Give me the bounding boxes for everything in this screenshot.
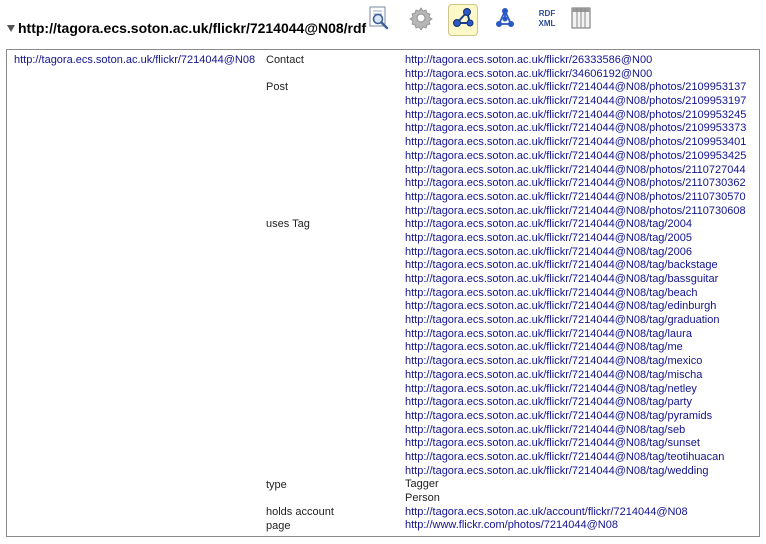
inspect-page-button[interactable] (364, 4, 394, 36)
header-bar: http://tagora.ecs.soton.ac.uk/flickr/721… (0, 0, 766, 48)
settings-button[interactable] (406, 4, 436, 36)
resource-link[interactable]: http://www.flickr.com/photos/7214044@N08 (405, 519, 746, 533)
resource-link[interactable]: http://tagora.ecs.soton.ac.uk/flickr/721… (405, 150, 746, 164)
resource-link[interactable]: http://tagora.ecs.soton.ac.uk/flickr/721… (405, 369, 746, 383)
resource-link[interactable]: http://tagora.ecs.soton.ac.uk/flickr/721… (405, 287, 746, 301)
literal-value: Tagger (405, 478, 439, 491)
resource-link[interactable]: http://tagora.ecs.soton.ac.uk/flickr/721… (405, 109, 746, 123)
graph-view-icon (451, 6, 475, 35)
property-values: http://tagora.ecs.soton.ac.uk/flickr/263… (405, 54, 746, 533)
resource-link[interactable]: http://tagora.ecs.soton.ac.uk/flickr/721… (405, 437, 746, 451)
property-label: page (266, 519, 291, 532)
resource-link[interactable]: http://tagora.ecs.soton.ac.uk/flickr/721… (405, 246, 746, 260)
resource-link[interactable]: http://tagora.ecs.soton.ac.uk/flickr/721… (405, 191, 746, 205)
network-icon (493, 6, 517, 35)
resource-link[interactable]: http://tagora.ecs.soton.ac.uk/flickr/721… (405, 341, 746, 355)
property-label: holds account (266, 506, 334, 519)
resource-link[interactable]: http://tagora.ecs.soton.ac.uk/flickr/721… (405, 218, 746, 232)
graph-view-button[interactable] (448, 4, 478, 36)
resource-link[interactable]: http://tagora.ecs.soton.ac.uk/flickr/721… (405, 136, 746, 150)
resource-link[interactable]: http://tagora.ecs.soton.ac.uk/flickr/721… (405, 122, 746, 136)
gear-icon (409, 6, 433, 35)
resource-link[interactable]: http://tagora.ecs.soton.ac.uk/flickr/721… (405, 465, 746, 479)
resource-link[interactable]: http://tagora.ecs.soton.ac.uk/flickr/721… (405, 232, 746, 246)
svg-text:RDF: RDF (539, 9, 556, 18)
resource-link[interactable]: http://tagora.ecs.soton.ac.uk/flickr/721… (405, 424, 746, 438)
resource-link[interactable]: http://tagora.ecs.soton.ac.uk/flickr/721… (405, 355, 746, 369)
resource-title: http://tagora.ecs.soton.ac.uk/flickr/721… (18, 20, 367, 36)
table-view-icon (570, 6, 592, 35)
resource-link[interactable]: http://tagora.ecs.soton.ac.uk/flickr/346… (405, 68, 746, 82)
resource-link[interactable]: http://tagora.ecs.soton.ac.uk/flickr/721… (405, 177, 746, 191)
resource-link[interactable]: http://tagora.ecs.soton.ac.uk/flickr/721… (405, 383, 746, 397)
table-view-button[interactable] (566, 4, 596, 36)
network-view-button[interactable] (490, 4, 520, 36)
rdf-xml-icon: RDF XML (535, 5, 559, 36)
resource-link[interactable]: http://tagora.ecs.soton.ac.uk/flickr/721… (405, 164, 746, 178)
rdf-xml-button[interactable]: RDF XML (532, 4, 562, 36)
resource-link[interactable]: http://tagora.ecs.soton.ac.uk/flickr/721… (405, 259, 746, 273)
property-label: type (266, 478, 287, 491)
resource-link[interactable]: http://tagora.ecs.soton.ac.uk/flickr/721… (405, 95, 746, 109)
resource-link[interactable]: http://tagora.ecs.soton.ac.uk/flickr/721… (405, 328, 746, 342)
property-label: uses Tag (266, 218, 310, 231)
property-label: Contact (266, 54, 304, 66)
resource-link[interactable]: http://tagora.ecs.soton.ac.uk/flickr/721… (405, 396, 746, 410)
subject-link[interactable]: http://tagora.ecs.soton.ac.uk/flickr/721… (14, 54, 255, 66)
rdf-triples-panel: http://tagora.ecs.soton.ac.uk/flickr/721… (6, 49, 760, 537)
resource-link[interactable]: http://tagora.ecs.soton.ac.uk/flickr/721… (405, 300, 746, 314)
collapse-toggle-icon[interactable] (7, 25, 15, 32)
svg-text:XML: XML (539, 19, 556, 28)
resource-link[interactable]: http://tagora.ecs.soton.ac.uk/flickr/721… (405, 410, 746, 424)
resource-link[interactable]: http://tagora.ecs.soton.ac.uk/flickr/721… (405, 81, 746, 95)
inspect-page-icon (368, 6, 390, 35)
resource-link[interactable]: http://tagora.ecs.soton.ac.uk/flickr/721… (405, 451, 746, 465)
resource-link[interactable]: http://tagora.ecs.soton.ac.uk/flickr/721… (405, 273, 746, 287)
property-label: Post (266, 81, 289, 94)
resource-link[interactable]: http://tagora.ecs.soton.ac.uk/flickr/721… (405, 314, 746, 328)
resource-link[interactable]: http://tagora.ecs.soton.ac.uk/flickr/263… (405, 54, 746, 68)
resource-link[interactable]: http://tagora.ecs.soton.ac.uk/flickr/721… (405, 205, 746, 219)
literal-value: Person (405, 492, 440, 504)
resource-link[interactable]: http://tagora.ecs.soton.ac.uk/account/fl… (405, 506, 746, 520)
